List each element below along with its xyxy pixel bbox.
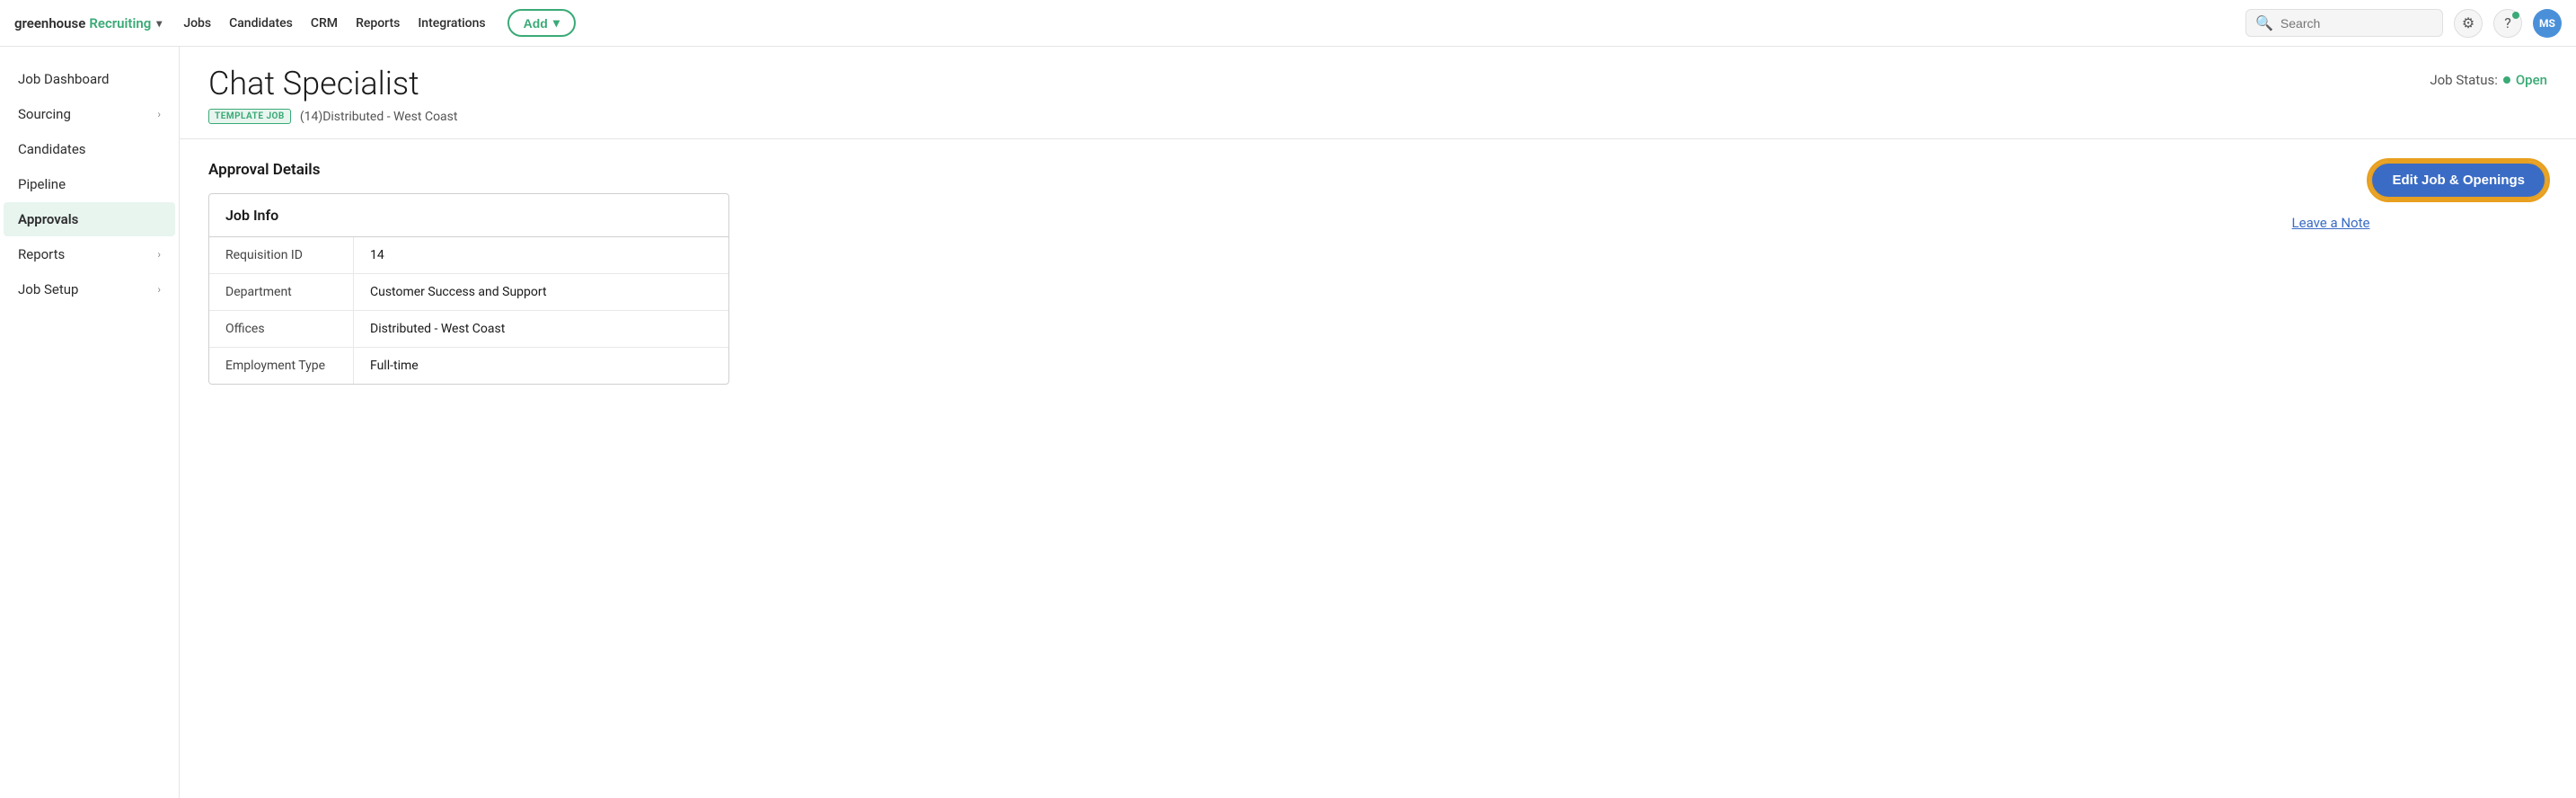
sidebar-item-label: Candidates (18, 141, 86, 157)
add-button[interactable]: Add ▾ (507, 9, 576, 37)
sidebar-item-job-dashboard[interactable]: Job Dashboard (4, 62, 175, 96)
logo[interactable]: greenhouse Recruiting ▾ (14, 15, 162, 31)
nav-crm[interactable]: CRM (311, 16, 338, 31)
notification-dot (2512, 12, 2519, 19)
sidebar-item-label: Pipeline (18, 176, 66, 192)
template-badge: TEMPLATE JOB (208, 109, 291, 124)
logo-chevron-icon: ▾ (156, 17, 162, 30)
job-info-value: 14 (353, 237, 728, 273)
job-info-header: Job Info (209, 194, 728, 237)
job-status: Job Status: Open (2430, 72, 2547, 88)
job-info-label: Department (209, 274, 353, 310)
sidebar-item-candidates[interactable]: Candidates (4, 132, 175, 166)
search-input[interactable] (2280, 16, 2433, 31)
nav-candidates[interactable]: Candidates (229, 16, 293, 31)
job-info-label: Offices (209, 311, 353, 347)
settings-button[interactable]: ⚙ (2454, 9, 2483, 38)
help-icon: ? (2504, 14, 2511, 31)
gear-icon: ⚙ (2462, 14, 2475, 31)
job-info-card: Job Info Requisition ID 14 Department Cu… (208, 193, 729, 385)
page-layout: Job Dashboard Sourcing › Candidates Pipe… (0, 47, 2576, 798)
table-row: Employment Type Full-time (209, 348, 728, 384)
chevron-right-icon: › (157, 248, 161, 261)
top-navigation: greenhouse Recruiting ▾ Jobs Candidates … (0, 0, 2576, 47)
main-content: Chat Specialist TEMPLATE JOB (14)Distrib… (180, 47, 2576, 798)
job-title: Chat Specialist (208, 65, 457, 103)
content-left: Approval Details Job Info Requisition ID… (208, 161, 2256, 385)
content-area: Approval Details Job Info Requisition ID… (180, 139, 2576, 406)
sidebar-item-label: Sourcing (18, 106, 71, 122)
sidebar-item-label: Job Dashboard (18, 71, 110, 87)
sidebar-item-label: Job Setup (18, 281, 78, 297)
leave-note-area: Leave a Note (2256, 161, 2370, 231)
sidebar: Job Dashboard Sourcing › Candidates Pipe… (0, 47, 180, 798)
sidebar-item-reports[interactable]: Reports › (4, 237, 175, 271)
job-info-label: Employment Type (209, 348, 353, 384)
section-title: Approval Details (208, 161, 2256, 179)
job-subtitle: (14)Distributed - West Coast (300, 110, 458, 124)
sidebar-item-approvals[interactable]: Approvals (4, 202, 175, 236)
table-row: Requisition ID 14 (209, 237, 728, 274)
logo-greenhouse-text: greenhouse (14, 15, 85, 31)
edit-job-openings-button[interactable]: Edit Job & Openings (2369, 161, 2547, 200)
nav-reports[interactable]: Reports (356, 16, 400, 31)
sidebar-item-label: Reports (18, 246, 65, 262)
job-info-value: Customer Success and Support (353, 274, 728, 310)
job-header: Chat Specialist TEMPLATE JOB (14)Distrib… (180, 47, 2576, 139)
edit-button-area: Edit Job & Openings (2369, 161, 2547, 200)
job-title-area: Chat Specialist TEMPLATE JOB (14)Distrib… (208, 65, 457, 124)
nav-right: 🔍 ⚙ ? MS (2245, 9, 2562, 38)
table-row: Offices Distributed - West Coast (209, 311, 728, 348)
logo-recruiting-text: Recruiting (89, 15, 151, 31)
job-info-value: Full-time (353, 348, 728, 384)
search-bar[interactable]: 🔍 (2245, 9, 2443, 37)
job-status-label: Job Status: (2430, 72, 2498, 88)
table-row: Department Customer Success and Support (209, 274, 728, 311)
search-icon: 🔍 (2255, 14, 2273, 31)
chevron-right-icon: › (157, 283, 161, 296)
help-button[interactable]: ? (2493, 9, 2522, 38)
job-status-value: Open (2516, 72, 2547, 88)
job-info-label: Requisition ID (209, 237, 353, 273)
status-dot-icon (2503, 76, 2510, 84)
sidebar-item-job-setup[interactable]: Job Setup › (4, 272, 175, 306)
sidebar-item-label: Approvals (18, 211, 78, 227)
sidebar-item-pipeline[interactable]: Pipeline (4, 167, 175, 201)
leave-note-link[interactable]: Leave a Note (2292, 215, 2370, 231)
job-info-value: Distributed - West Coast (353, 311, 728, 347)
job-meta: TEMPLATE JOB (14)Distributed - West Coas… (208, 109, 457, 124)
sidebar-item-sourcing[interactable]: Sourcing › (4, 97, 175, 131)
chevron-right-icon: › (157, 108, 161, 120)
nav-jobs[interactable]: Jobs (183, 16, 211, 31)
avatar[interactable]: MS (2533, 9, 2562, 38)
nav-links: Jobs Candidates CRM Reports Integrations (183, 16, 485, 31)
nav-integrations[interactable]: Integrations (418, 16, 485, 31)
